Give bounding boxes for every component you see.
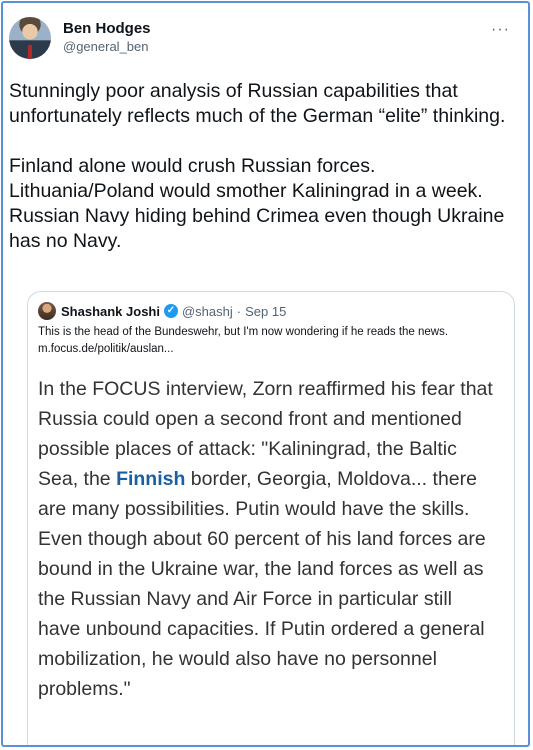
tweet-header: Ben Hodges @general_ben xyxy=(9,17,151,59)
quoted-tweet-header: Shashank Joshi ✓ @shashj · Sep 15 xyxy=(38,302,286,320)
tweet-paragraph: Finland alone would crush Russian forces… xyxy=(9,155,505,252)
more-options-icon[interactable]: ··· xyxy=(491,21,510,39)
quoted-tweet-line: This is the head of the Bundeswehr, but … xyxy=(38,326,449,338)
article-excerpt-part: border, Georgia, Moldova... there are ma… xyxy=(38,468,486,700)
quoted-author-name[interactable]: Shashank Joshi xyxy=(61,304,160,319)
verified-badge-icon: ✓ xyxy=(163,304,178,318)
quoted-tweet-date[interactable]: Sep 15 xyxy=(245,304,286,319)
quoted-tweet-text: This is the head of the Bundeswehr, but … xyxy=(38,324,504,358)
tweet-paragraph: Stunningly poor analysis of Russian capa… xyxy=(9,80,506,127)
separator-dot: · xyxy=(236,303,242,319)
quoted-tweet-link[interactable]: m.focus.de/politik/auslan... xyxy=(38,341,504,358)
author-avatar[interactable] xyxy=(9,17,51,59)
quoted-tweet-image[interactable]: In the FOCUS interview, Zorn reaffirmed … xyxy=(28,364,514,745)
author-names: Ben Hodges @general_ben xyxy=(63,20,151,56)
tweet-screenshot-frame: Ben Hodges @general_ben ··· Stunningly p… xyxy=(1,1,530,747)
author-display-name[interactable]: Ben Hodges xyxy=(63,20,151,38)
author-handle[interactable]: @general_ben xyxy=(63,38,151,56)
quoted-tweet-card[interactable]: Shashank Joshi ✓ @shashj · Sep 15 This i… xyxy=(27,291,515,745)
quoted-author-avatar[interactable] xyxy=(38,302,56,320)
quoted-author-handle[interactable]: @shashj xyxy=(182,304,233,319)
article-excerpt-link: Finnish xyxy=(116,468,186,490)
tweet-body: Stunningly poor analysis of Russian capa… xyxy=(9,79,519,254)
article-excerpt: In the FOCUS interview, Zorn reaffirmed … xyxy=(38,374,498,704)
